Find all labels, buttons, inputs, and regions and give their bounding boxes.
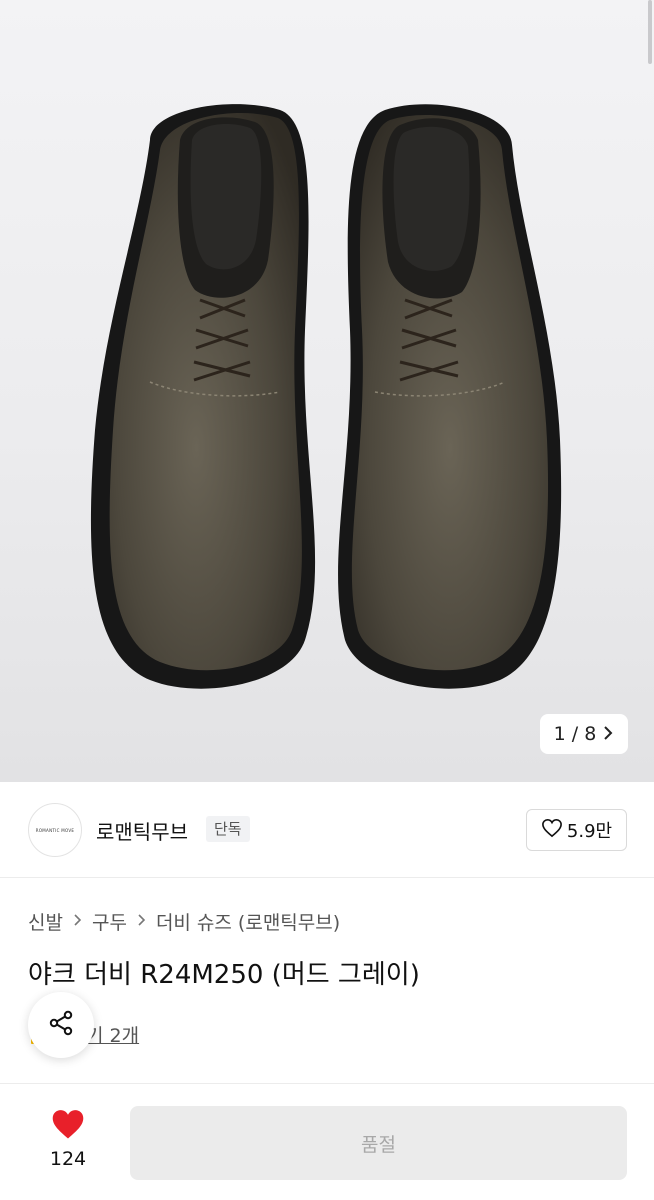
brand-row: ROMANTIC MOVE 로맨틱무브 단독 5.9만: [0, 782, 654, 878]
brand-like-count: 5.9만: [566, 821, 613, 842]
share-icon: [46, 1008, 76, 1042]
brand-logo-text: ROMANTIC MOVE: [35, 827, 75, 833]
right-shoe: [338, 104, 562, 689]
breadcrumb-item[interactable]: 더비 슈즈 (로맨틱무브): [156, 908, 340, 935]
product-photo-shoes: [90, 104, 562, 689]
breadcrumb-item[interactable]: 구두: [92, 908, 127, 935]
heart-outline-icon: [541, 818, 563, 843]
product-title: 야크 더비 R24M250 (머드 그레이): [28, 960, 420, 990]
wishlist-button[interactable]: 124: [40, 1108, 96, 1178]
chevron-right-icon: [73, 912, 82, 931]
wishlist-count: 124: [49, 1148, 87, 1170]
image-counter-button[interactable]: 1 / 8: [540, 714, 628, 754]
share-button[interactable]: [28, 992, 94, 1058]
brand-like-button[interactable]: 5.9만: [526, 809, 627, 851]
breadcrumb-item[interactable]: 신발: [28, 908, 63, 935]
bottom-action-bar: 124 품절: [0, 1083, 654, 1200]
heart-filled-icon: [50, 1108, 86, 1144]
left-shoe: [90, 104, 316, 689]
image-counter-text: 1 / 8: [553, 723, 597, 745]
exclusive-badge: 단독: [206, 816, 250, 842]
brand-logo[interactable]: ROMANTIC MOVE: [28, 803, 82, 857]
scrollbar-thumb[interactable]: [648, 0, 652, 64]
sold-out-button[interactable]: 품절: [130, 1106, 627, 1180]
brand-name[interactable]: 로맨틱무브: [96, 816, 188, 845]
chevron-right-icon: [602, 722, 614, 746]
chevron-right-icon: [137, 912, 146, 931]
breadcrumb: 신발 구두 더비 슈즈 (로맨틱무브): [28, 908, 340, 935]
product-image-gallery[interactable]: 1 / 8: [0, 0, 654, 782]
